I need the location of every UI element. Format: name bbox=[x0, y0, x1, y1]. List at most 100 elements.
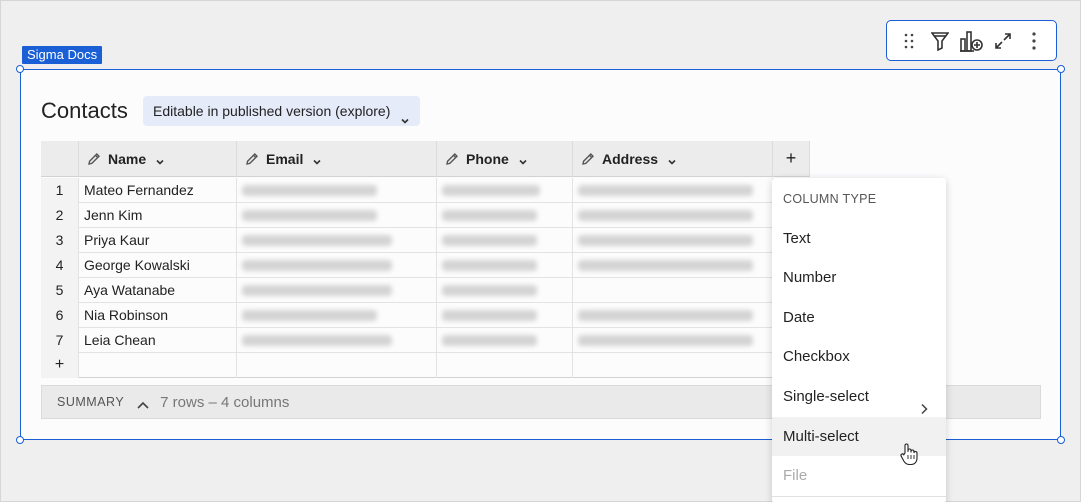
redacted-value bbox=[578, 335, 753, 346]
table-row: 6 Nia Robinson bbox=[41, 303, 773, 328]
column-header-phone[interactable]: Phone bbox=[437, 141, 573, 177]
resize-handle-top-right[interactable] bbox=[1057, 65, 1065, 73]
menu-item-date[interactable]: Date bbox=[772, 298, 946, 337]
add-chart-icon[interactable] bbox=[957, 27, 985, 55]
chevron-down-icon bbox=[400, 106, 410, 124]
cell-address[interactable] bbox=[573, 203, 773, 228]
add-column-button[interactable]: + bbox=[773, 141, 810, 177]
cell-email[interactable] bbox=[237, 203, 437, 228]
cell-email[interactable] bbox=[237, 328, 437, 353]
cell-email[interactable] bbox=[237, 253, 437, 278]
chevron-down-icon[interactable] bbox=[312, 154, 322, 165]
row-number: 4 bbox=[41, 253, 79, 278]
edit-mode-label: Editable in published version (explore) bbox=[153, 103, 391, 119]
row-number: 6 bbox=[41, 303, 79, 328]
pencil-icon bbox=[245, 152, 259, 166]
redacted-value bbox=[442, 235, 537, 246]
cell-address[interactable] bbox=[573, 253, 773, 278]
empty-cell[interactable] bbox=[437, 353, 573, 378]
cell-name[interactable]: Leia Chean bbox=[79, 328, 237, 353]
chevron-up-icon[interactable] bbox=[136, 397, 150, 409]
resize-handle-top-left[interactable] bbox=[16, 65, 24, 73]
redacted-value bbox=[578, 210, 753, 221]
cell-name[interactable]: Nia Robinson bbox=[79, 303, 237, 328]
filter-icon[interactable] bbox=[926, 27, 954, 55]
empty-cell[interactable] bbox=[573, 353, 773, 378]
add-row-button[interactable]: + bbox=[41, 353, 79, 378]
column-type-menu: COLUMN TYPE Text Number Date Checkbox Si… bbox=[772, 178, 946, 502]
resize-handle-bottom-right[interactable] bbox=[1057, 436, 1065, 444]
cell-phone[interactable] bbox=[437, 228, 573, 253]
redacted-value bbox=[442, 285, 537, 296]
column-label: Address bbox=[602, 150, 659, 167]
cell-phone[interactable] bbox=[437, 203, 573, 228]
redacted-value bbox=[578, 235, 753, 246]
summary-label: SUMMARY bbox=[57, 395, 125, 409]
chevron-right-icon bbox=[920, 391, 928, 415]
empty-cell[interactable] bbox=[237, 353, 437, 378]
cell-name[interactable]: Jenn Kim bbox=[79, 203, 237, 228]
table-row: 7 Leia Chean bbox=[41, 328, 773, 353]
column-label: Name bbox=[108, 150, 147, 167]
cell-email[interactable] bbox=[237, 303, 437, 328]
pencil-icon bbox=[581, 152, 595, 166]
redacted-value bbox=[242, 285, 392, 296]
redacted-value bbox=[242, 235, 392, 246]
table-row: 3 Priya Kaur bbox=[41, 228, 773, 253]
expand-icon[interactable] bbox=[989, 27, 1017, 55]
menu-item-number[interactable]: Number bbox=[772, 258, 946, 297]
menu-item-checkbox[interactable]: Checkbox bbox=[772, 337, 946, 376]
menu-item-multi-select[interactable]: Multi-select bbox=[772, 417, 946, 456]
menu-item-single-select[interactable]: Single-select bbox=[772, 377, 946, 416]
cell-address[interactable] bbox=[573, 328, 773, 353]
table-title[interactable]: Contacts bbox=[41, 98, 128, 124]
redacted-value bbox=[442, 260, 537, 271]
redacted-value bbox=[442, 310, 537, 321]
table-row: 2 Jenn Kim bbox=[41, 203, 773, 228]
redacted-value bbox=[242, 310, 377, 321]
redacted-value bbox=[242, 335, 392, 346]
column-header-name[interactable]: Name bbox=[79, 141, 237, 177]
add-row: + bbox=[41, 353, 773, 378]
cell-phone[interactable] bbox=[437, 328, 573, 353]
menu-divider bbox=[772, 496, 946, 497]
cell-name[interactable]: Priya Kaur bbox=[79, 228, 237, 253]
menu-heading: COLUMN TYPE bbox=[783, 192, 877, 206]
menu-item-text[interactable]: Text bbox=[772, 219, 946, 258]
chevron-down-icon[interactable] bbox=[667, 154, 677, 165]
column-header-email[interactable]: Email bbox=[237, 141, 437, 177]
chevron-down-icon[interactable] bbox=[518, 154, 528, 165]
column-header-address[interactable]: Address bbox=[573, 141, 773, 177]
cell-address[interactable] bbox=[573, 303, 773, 328]
pencil-icon bbox=[445, 152, 459, 166]
cell-email[interactable] bbox=[237, 178, 437, 203]
cell-phone[interactable] bbox=[437, 278, 573, 303]
menu-item-file: File bbox=[783, 467, 808, 484]
cell-address[interactable] bbox=[573, 228, 773, 253]
row-number: 5 bbox=[41, 278, 79, 303]
redacted-value bbox=[578, 310, 753, 321]
empty-cell[interactable] bbox=[79, 353, 237, 378]
cell-phone[interactable] bbox=[437, 253, 573, 278]
cell-address[interactable] bbox=[573, 178, 773, 203]
redacted-value bbox=[442, 210, 537, 221]
cell-email[interactable] bbox=[237, 228, 437, 253]
table-row: 5 Aya Watanabe bbox=[41, 278, 773, 303]
cell-name[interactable]: Aya Watanabe bbox=[79, 278, 237, 303]
column-label: Email bbox=[266, 150, 304, 167]
row-number-header bbox=[41, 141, 79, 177]
cell-phone[interactable] bbox=[437, 178, 573, 203]
resize-handle-bottom-left[interactable] bbox=[16, 436, 24, 444]
cell-name[interactable]: Mateo Fernandez bbox=[79, 178, 237, 203]
chevron-down-icon[interactable] bbox=[155, 154, 165, 165]
summary-text: 7 rows – 4 columns bbox=[160, 393, 290, 411]
redacted-value bbox=[578, 260, 753, 271]
cell-email[interactable] bbox=[237, 278, 437, 303]
cell-name[interactable]: George Kowalski bbox=[79, 253, 237, 278]
cell-address[interactable] bbox=[573, 278, 773, 303]
cell-phone[interactable] bbox=[437, 303, 573, 328]
more-icon[interactable] bbox=[1020, 27, 1048, 55]
drag-handle-icon[interactable] bbox=[895, 27, 923, 55]
redacted-value bbox=[242, 260, 392, 271]
edit-mode-dropdown[interactable]: Editable in published version (explore) bbox=[143, 96, 421, 126]
